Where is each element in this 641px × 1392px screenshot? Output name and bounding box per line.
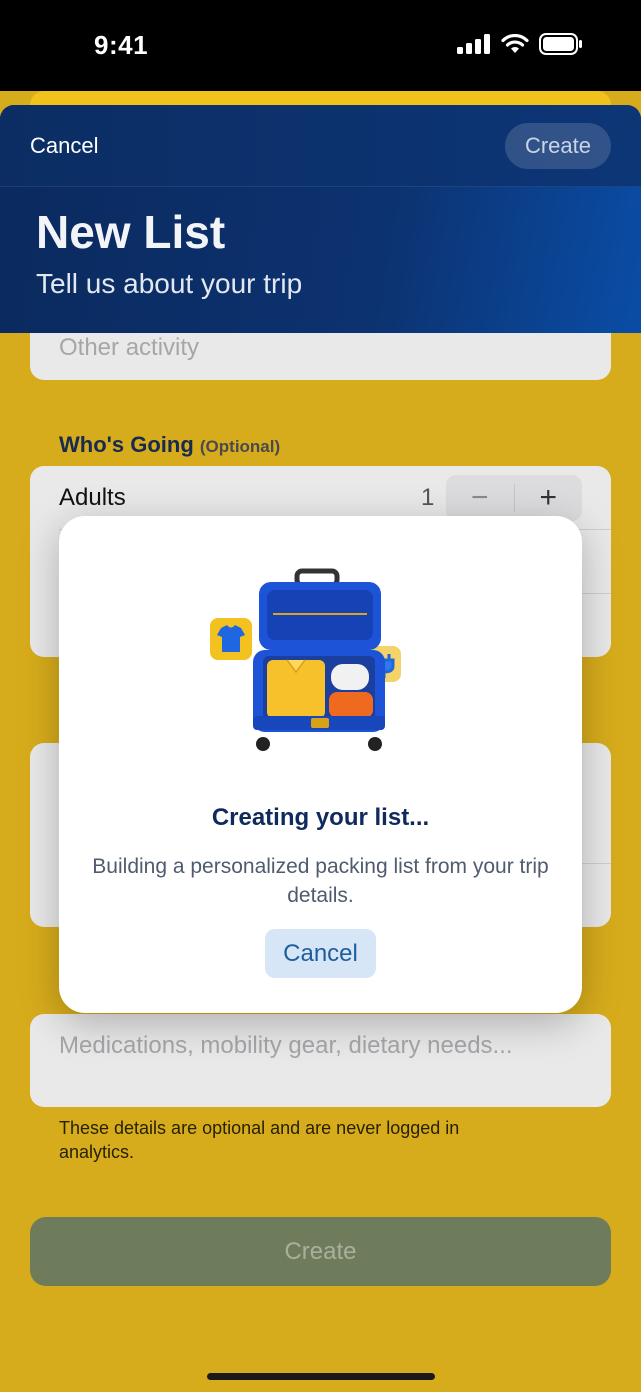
suitcase-illustration — [210, 568, 401, 751]
create-list-button[interactable]: Create — [30, 1217, 611, 1286]
status-time: 9:41 — [94, 30, 149, 60]
special-needs-field[interactable]: Medications, mobility gear, dietary need… — [30, 1014, 611, 1107]
other-activity-placeholder: Other activity — [59, 334, 200, 361]
dialog-title: Creating your list... — [211, 804, 430, 831]
cancel-button[interactable]: Cancel — [30, 133, 98, 159]
page-title: New List — [36, 206, 226, 258]
cellular-signal-icon — [457, 34, 490, 54]
status-bar: 9:41 — [0, 0, 641, 95]
special-needs-placeholder: Medications, mobility gear, dietary need… — [59, 1032, 513, 1059]
privacy-footnote: These details are optional and are never… — [59, 1118, 460, 1162]
create-button[interactable]: Create — [505, 123, 611, 169]
battery-icon — [539, 33, 582, 55]
home-indicator — [207, 1373, 435, 1380]
creating-list-dialog: Creating your list... Building a persona… — [59, 516, 582, 1013]
whos-going-label: Who's Going — [59, 432, 194, 457]
adults-stepper[interactable]: − + — [446, 475, 582, 521]
tshirt-icon — [210, 618, 252, 660]
adults-count: 1 — [421, 484, 435, 511]
status-icons — [457, 33, 583, 55]
wifi-icon — [501, 34, 529, 53]
dialog-message: Building a personalized packing list fro… — [92, 855, 549, 907]
page-subtitle: Tell us about your trip — [36, 268, 303, 299]
navigation-header: Cancel Create New List Tell us about you… — [0, 105, 641, 333]
decrement-button[interactable]: − — [446, 475, 514, 521]
adults-label: Adults — [59, 484, 126, 511]
optional-tag: (Optional) — [199, 437, 281, 456]
dialog-cancel-button[interactable]: Cancel — [265, 929, 376, 978]
whos-going-section-label: Who's Going (Optional) — [59, 432, 280, 458]
increment-button[interactable]: + — [515, 475, 583, 521]
